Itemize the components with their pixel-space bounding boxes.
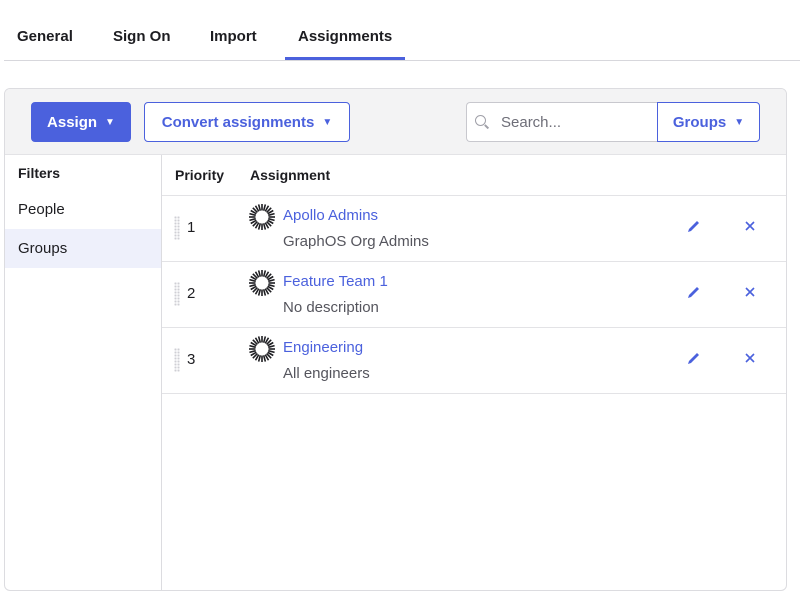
convert-assignments-button[interactable]: Convert assignments ▼ [144, 102, 350, 142]
tab-general[interactable]: General [17, 28, 73, 45]
drag-handle-icon[interactable] [174, 348, 180, 372]
drag-handle-icon[interactable] [174, 282, 180, 306]
remove-x-icon[interactable] [740, 216, 760, 236]
drag-handle-icon[interactable] [174, 216, 180, 240]
tab-sign-on[interactable]: Sign On [113, 28, 171, 45]
group-description: GraphOS Org Admins [283, 233, 429, 250]
caret-down-icon: ▼ [105, 116, 115, 128]
convert-assignments-label: Convert assignments [161, 113, 315, 131]
remove-x-icon[interactable] [740, 282, 760, 302]
tab-import[interactable]: Import [210, 28, 257, 45]
toolbar: Assign ▼ Convert assignments ▼ Groups ▼ [5, 89, 786, 155]
group-icon [249, 204, 275, 230]
table-row: 3 Engineering All engineers [162, 328, 786, 394]
filter-type-dropdown[interactable]: Groups ▼ [657, 102, 760, 142]
filters-heading: Filters [18, 165, 61, 181]
assign-button-label: Assign [47, 113, 98, 131]
column-header-assignment: Assignment [250, 167, 331, 183]
tab-bar: General Sign On Import Assignments [4, 0, 800, 61]
filter-type-label: Groups [672, 113, 727, 131]
table-header: Priority Assignment [162, 155, 786, 196]
edit-pencil-icon[interactable] [684, 348, 704, 368]
remove-x-icon[interactable] [740, 348, 760, 368]
sidebar-item-people[interactable]: People [5, 190, 161, 229]
assignments-panel: Assign ▼ Convert assignments ▼ Groups ▼ … [4, 88, 787, 591]
search-input[interactable] [501, 113, 641, 131]
tab-assignments[interactable]: Assignments [284, 28, 406, 60]
group-icon [249, 336, 275, 362]
assign-button[interactable]: Assign ▼ [31, 102, 131, 142]
filters-sidebar: Filters People Groups [5, 155, 162, 590]
group-name-link[interactable]: Feature Team 1 [283, 273, 388, 290]
priority-value: 3 [187, 351, 196, 368]
edit-pencil-icon[interactable] [684, 216, 704, 236]
group-description: No description [283, 299, 379, 316]
column-header-priority: Priority [175, 167, 225, 183]
assignments-table: Priority Assignment 1 Apollo Admins Grap… [162, 155, 786, 590]
priority-value: 1 [187, 219, 196, 236]
group-name-link[interactable]: Apollo Admins [283, 207, 378, 224]
table-row: 2 Feature Team 1 No description [162, 262, 786, 328]
caret-down-icon: ▼ [734, 116, 745, 128]
edit-pencil-icon[interactable] [684, 282, 704, 302]
search-box [466, 102, 658, 142]
caret-down-icon: ▼ [322, 116, 333, 128]
group-description: All engineers [283, 365, 370, 382]
priority-value: 2 [187, 285, 196, 302]
sidebar-item-groups[interactable]: Groups [5, 229, 161, 268]
search-icon [475, 115, 489, 129]
group-icon [249, 270, 275, 296]
group-name-link[interactable]: Engineering [283, 339, 363, 356]
table-row: 1 Apollo Admins GraphOS Org Admins [162, 196, 786, 262]
